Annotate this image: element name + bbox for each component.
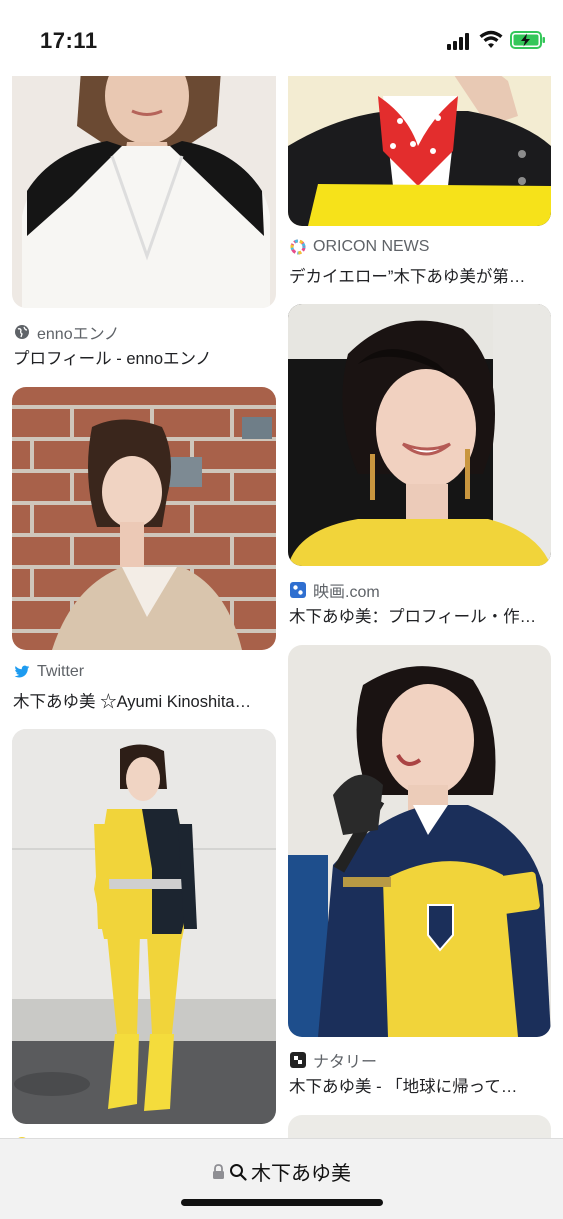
result-image-natalie[interactable] (288, 645, 551, 1037)
home-indicator[interactable] (181, 1199, 383, 1206)
address-bar[interactable]: 木下あゆ美 (0, 1157, 563, 1186)
battery-charging-icon (510, 31, 546, 49)
result-source[interactable]: ORICON NEWS (290, 238, 429, 256)
search-icon (229, 1163, 247, 1181)
result-title[interactable]: 木下あゆ美 - 「地球に帰って… (289, 1073, 551, 1097)
result-title[interactable]: デカイエロー”木下あゆ美が第… (289, 263, 551, 287)
result-source-label: ORICON NEWS (313, 238, 430, 255)
image-results-grid: ennoエンノ プロフィール - ennoエンノ Twitter 木下あゆ美 ☆… (0, 0, 563, 1218)
result-source-label: 映画.com (313, 584, 380, 601)
result-title[interactable]: 木下あゆ美：プロフィール・作… (289, 603, 551, 627)
result-source[interactable]: Twitter (14, 663, 84, 681)
result-source-label: ennoエンノ (37, 326, 120, 343)
globe-icon (14, 324, 30, 340)
lock-icon (212, 1163, 225, 1180)
browser-bottom-bar: 木下あゆ美 (0, 1138, 563, 1219)
result-source[interactable]: ennoエンノ (14, 320, 120, 344)
result-title[interactable]: 木下あゆ美 ☆Ayumi Kinoshita… (13, 688, 275, 712)
result-title[interactable]: プロフィール - ennoエンノ (13, 345, 275, 369)
result-image-standing-uniform[interactable] (12, 729, 276, 1124)
twitter-icon (14, 664, 30, 680)
result-image-oricon[interactable] (288, 56, 551, 226)
cellular-signal-icon (447, 32, 473, 50)
result-image-ennoエンノ[interactable] (12, 56, 276, 308)
result-source-label: ナタリー (313, 1054, 378, 1071)
address-query: 木下あゆ美 (251, 1163, 351, 1185)
result-image-twitter[interactable] (12, 387, 276, 650)
status-time: 17:11 (40, 28, 98, 53)
wifi-icon (479, 30, 503, 50)
result-source-label: Twitter (37, 663, 85, 680)
result-source[interactable]: 映画.com (290, 578, 380, 602)
oricon-icon (290, 239, 306, 255)
status-bar: 17:11 (0, 0, 563, 76)
eiga-icon (290, 582, 306, 598)
result-image-eiga[interactable] (288, 304, 551, 566)
result-source[interactable]: ナタリー (290, 1048, 377, 1072)
natalie-icon (290, 1052, 306, 1068)
